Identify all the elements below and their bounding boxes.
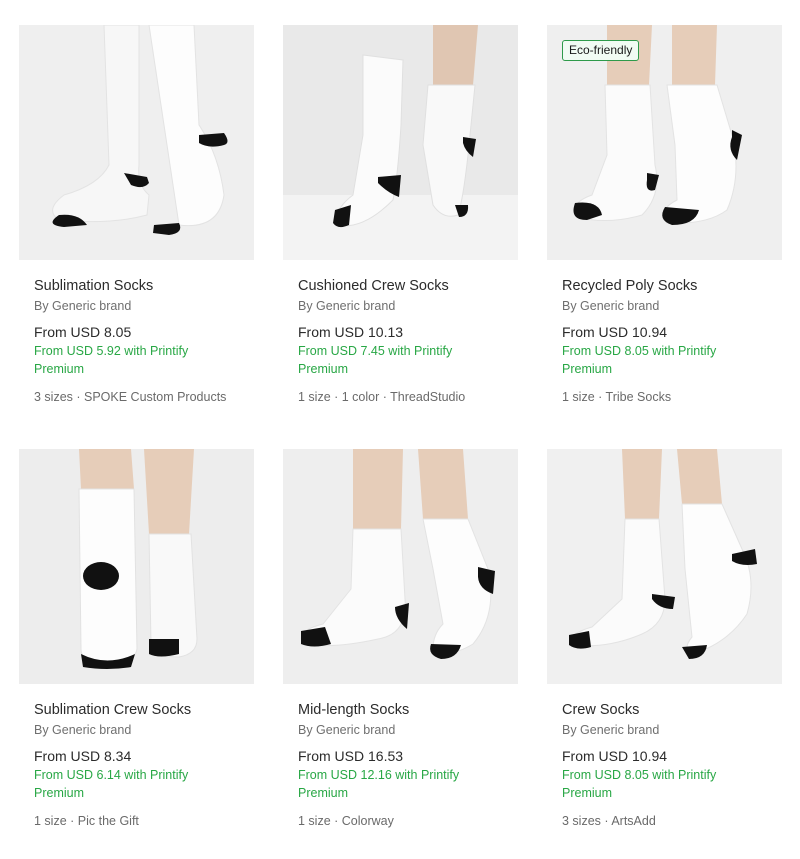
product-image[interactable]: [283, 25, 518, 260]
product-meta: 1 size · Tribe Socks: [562, 390, 672, 404]
product-title[interactable]: Recycled Poly Socks: [562, 277, 777, 295]
sock-illustration: [547, 449, 782, 684]
product-card-sublimation-socks[interactable]: Sublimation Socks By Generic brand From …: [19, 25, 254, 435]
product-info: Sublimation Crew Socks By Generic brand …: [34, 701, 249, 829]
premium-price: From USD 5.92 with Printify Premium: [34, 344, 189, 376]
sock-illustration: [19, 449, 254, 684]
sock-illustration: [19, 25, 254, 260]
product-meta: 1 size · Pic the Gift: [34, 814, 139, 828]
product-image[interactable]: [283, 449, 518, 684]
product-image[interactable]: Eco-friendly: [547, 25, 782, 260]
sock-illustration: [283, 25, 518, 260]
product-brand: By Generic brand: [562, 299, 660, 313]
product-price: From USD 10.94: [562, 748, 668, 764]
product-info: Recycled Poly Socks By Generic brand Fro…: [562, 277, 777, 405]
product-meta: 1 size · Colorway: [298, 814, 394, 828]
product-card-crew-socks[interactable]: Crew Socks By Generic brand From USD 10.…: [547, 449, 782, 859]
product-brand: By Generic brand: [298, 723, 396, 737]
product-price: From USD 10.94: [562, 324, 668, 340]
product-card-sublimation-crew-socks[interactable]: Sublimation Crew Socks By Generic brand …: [19, 449, 254, 859]
product-card-recycled-poly-socks[interactable]: Eco-friendly Recycled Poly Socks By Gene…: [547, 25, 782, 435]
product-title[interactable]: Mid-length Socks: [298, 701, 513, 719]
product-title[interactable]: Crew Socks: [562, 701, 777, 719]
product-grid: Sublimation Socks By Generic brand From …: [0, 0, 800, 848]
product-card-mid-length-socks[interactable]: Mid-length Socks By Generic brand From U…: [283, 449, 518, 859]
premium-price: From USD 8.05 with Printify Premium: [562, 344, 717, 376]
product-brand: By Generic brand: [562, 723, 660, 737]
premium-price: From USD 12.16 with Printify Premium: [298, 768, 460, 800]
product-brand: By Generic brand: [34, 723, 132, 737]
product-price: From USD 16.53: [298, 748, 404, 764]
product-brand: By Generic brand: [34, 299, 132, 313]
product-price: From USD 8.34: [34, 748, 132, 764]
product-info: Sublimation Socks By Generic brand From …: [34, 277, 249, 405]
product-info: Mid-length Socks By Generic brand From U…: [298, 701, 513, 829]
product-price: From USD 10.13: [298, 324, 404, 340]
product-title[interactable]: Cushioned Crew Socks: [298, 277, 513, 295]
product-card-cushioned-crew-socks[interactable]: Cushioned Crew Socks By Generic brand Fr…: [283, 25, 518, 435]
product-price: From USD 8.05: [34, 324, 132, 340]
product-image[interactable]: [19, 449, 254, 684]
product-info: Crew Socks By Generic brand From USD 10.…: [562, 701, 777, 829]
product-title[interactable]: Sublimation Socks: [34, 277, 249, 295]
product-meta: 3 sizes · SPOKE Custom Products: [34, 390, 227, 404]
product-brand: By Generic brand: [298, 299, 396, 313]
eco-friendly-badge: Eco-friendly: [562, 40, 640, 61]
product-image[interactable]: [547, 449, 782, 684]
sock-illustration: [283, 449, 518, 684]
product-meta: 3 sizes · ArtsAdd: [562, 814, 656, 828]
premium-price: From USD 7.45 with Printify Premium: [298, 344, 453, 376]
product-meta: 1 size · 1 color · ThreadStudio: [298, 390, 466, 404]
premium-price: From USD 8.05 with Printify Premium: [562, 768, 717, 800]
product-info: Cushioned Crew Socks By Generic brand Fr…: [298, 277, 513, 405]
product-image[interactable]: [19, 25, 254, 260]
product-title[interactable]: Sublimation Crew Socks: [34, 701, 249, 719]
premium-price: From USD 6.14 with Printify Premium: [34, 768, 189, 800]
